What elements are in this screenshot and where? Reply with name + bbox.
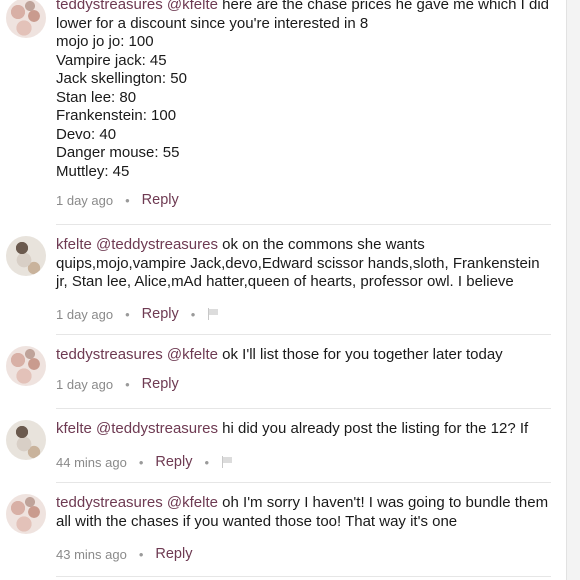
price-line: mojo jo jo: 100 [56, 33, 154, 50]
comment-mention[interactable]: @kfelte [167, 0, 218, 13]
reply-button[interactable]: Reply [142, 192, 179, 208]
reply-button[interactable]: Reply [142, 306, 179, 322]
comment-timestamp: 43 mins ago [56, 546, 127, 562]
comment-text: ok I'll list those for you together late… [222, 346, 503, 363]
comment-divider [56, 334, 551, 335]
user-avatar[interactable] [6, 236, 46, 276]
reply-button[interactable]: Reply [142, 376, 179, 392]
user-avatar[interactable] [6, 0, 46, 38]
meta-separator: • [204, 454, 210, 470]
meta-separator: • [190, 306, 196, 322]
comment-divider [56, 576, 551, 577]
flag-icon[interactable] [207, 308, 219, 320]
comment-body: kfelte @teddystreasures ok on the common… [56, 236, 551, 292]
comment-username[interactable]: kfelte [56, 420, 92, 437]
comment-mention[interactable]: @teddystreasures [96, 236, 218, 253]
price-line: Devo: 40 [56, 125, 117, 143]
comment-username[interactable]: teddystreasures [56, 494, 163, 511]
comment-username[interactable]: teddystreasures [56, 346, 163, 363]
comment-timestamp: 44 mins ago [56, 454, 127, 470]
comment-divider [56, 224, 551, 225]
comment-timestamp: 1 day ago [56, 306, 114, 322]
comment-meta: 1 day ago • Reply [56, 192, 179, 208]
price-line: Muttley: 45 [56, 162, 130, 180]
comment-meta: 1 day ago • Reply [56, 376, 179, 392]
meta-separator: • [125, 306, 130, 322]
comment-mention[interactable]: @kfelte [167, 346, 218, 363]
reply-button[interactable]: Reply [155, 454, 192, 470]
meta-separator: • [125, 192, 130, 208]
price-line: Stan lee: 80 [56, 88, 137, 106]
price-line: Vampire jack: 45 [56, 51, 167, 69]
comment-mention[interactable]: @teddystreasures [96, 420, 218, 437]
comment-meta: 43 mins ago • Reply [56, 546, 192, 562]
comment-thread: teddystreasures @kfelte here are the cha… [0, 0, 566, 580]
price-line: Danger mouse: 55 [56, 144, 180, 161]
comment-body: teddystreasures @kfelte ok I'll list tho… [56, 346, 551, 365]
comment-body: kfelte @teddystreasures hi did you alrea… [56, 420, 551, 439]
user-avatar[interactable] [6, 420, 46, 460]
scrollbar[interactable] [566, 0, 580, 580]
meta-separator: • [138, 454, 144, 470]
comment-text: hi did you already post the listing for … [222, 420, 529, 437]
comment-timestamp: 1 day ago [56, 192, 114, 208]
reply-button[interactable]: Reply [155, 546, 192, 562]
comment-meta: 44 mins ago • Reply • [56, 454, 233, 470]
comment-username[interactable]: kfelte [56, 236, 92, 253]
flag-icon[interactable] [221, 456, 233, 468]
meta-separator: • [125, 376, 130, 392]
comment-body: teddystreasures @kfelte here are the cha… [56, 0, 551, 181]
user-avatar[interactable] [6, 494, 46, 534]
comment-divider [56, 482, 551, 483]
price-line: Frankenstein: 100 [56, 107, 177, 124]
comment-mention[interactable]: @kfelte [167, 494, 218, 511]
comment-meta: 1 day ago • Reply • [56, 306, 219, 322]
comment-username[interactable]: teddystreasures [56, 0, 163, 13]
comment-divider [56, 408, 551, 409]
comment-timestamp: 1 day ago [56, 376, 114, 392]
price-line: Jack skellington: 50 [56, 70, 187, 87]
user-avatar[interactable] [6, 346, 46, 386]
comment-body: teddystreasures @kfelte oh I'm sorry I h… [56, 494, 551, 531]
meta-separator: • [138, 546, 144, 562]
